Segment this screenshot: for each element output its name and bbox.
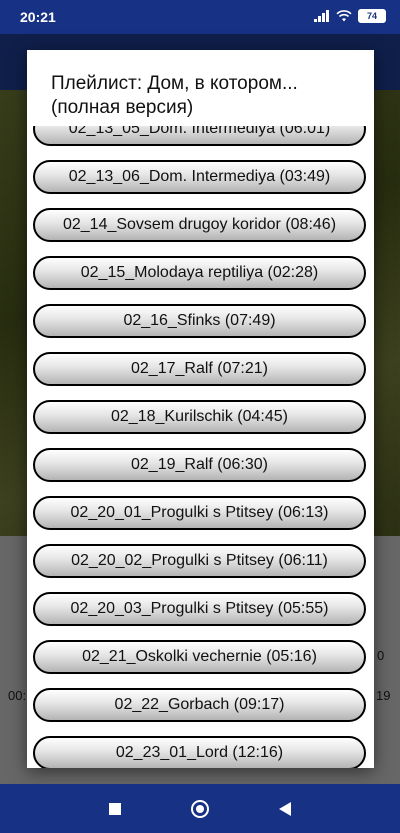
track-button[interactable]: 02_15_Molodaya reptiliya (02:28) bbox=[33, 256, 366, 290]
battery-icon: 74 bbox=[358, 9, 386, 23]
status-icons: 74 bbox=[314, 9, 386, 23]
track-button[interactable]: 02_20_01_Progulki s Ptitsey (06:13) bbox=[33, 496, 366, 530]
track-button[interactable]: 02_22_Gorbach (09:17) bbox=[33, 688, 366, 722]
track-button[interactable]: 02_14_Sovsem drugoy koridor (08:46) bbox=[33, 208, 366, 242]
navigation-bar bbox=[0, 784, 400, 833]
back-icon[interactable] bbox=[279, 801, 291, 816]
signal-icon bbox=[314, 10, 330, 22]
track-button[interactable]: 02_21_Oskolki vechernie (05:16) bbox=[33, 640, 366, 674]
track-list-content: 02_13_05_Dom. Intermediya (06:01) 02_13_… bbox=[33, 126, 368, 768]
status-time: 20:21 bbox=[20, 9, 56, 25]
playlist-dialog: Плейлист: Дом, в котором... (полная верс… bbox=[27, 50, 374, 768]
home-icon[interactable] bbox=[191, 799, 209, 818]
recents-icon[interactable] bbox=[109, 802, 121, 815]
track-list[interactable]: 02_13_05_Dom. Intermediya (06:01) 02_13_… bbox=[27, 126, 374, 768]
track-button[interactable]: 02_13_06_Dom. Intermediya (03:49) bbox=[33, 160, 366, 194]
track-button[interactable]: 02_18_Kurilschik (04:45) bbox=[33, 400, 366, 434]
track-button[interactable]: 02_20_03_Progulki s Ptitsey (05:55) bbox=[33, 592, 366, 626]
track-button[interactable]: 02_17_Ralf (07:21) bbox=[33, 352, 366, 386]
wifi-icon bbox=[336, 10, 352, 22]
status-bar: 20:21 74 bbox=[0, 0, 400, 34]
track-button[interactable]: 02_23_01_Lord (12:16) bbox=[33, 736, 366, 768]
track-button[interactable]: 02_16_Sfinks (07:49) bbox=[33, 304, 366, 338]
track-button[interactable]: 02_13_05_Dom. Intermediya (06:01) bbox=[33, 126, 366, 146]
track-button[interactable]: 02_19_Ralf (06:30) bbox=[33, 448, 366, 482]
dialog-title: Плейлист: Дом, в котором... (полная верс… bbox=[51, 73, 298, 118]
track-button[interactable]: 02_20_02_Progulki s Ptitsey (06:11) bbox=[33, 544, 366, 578]
